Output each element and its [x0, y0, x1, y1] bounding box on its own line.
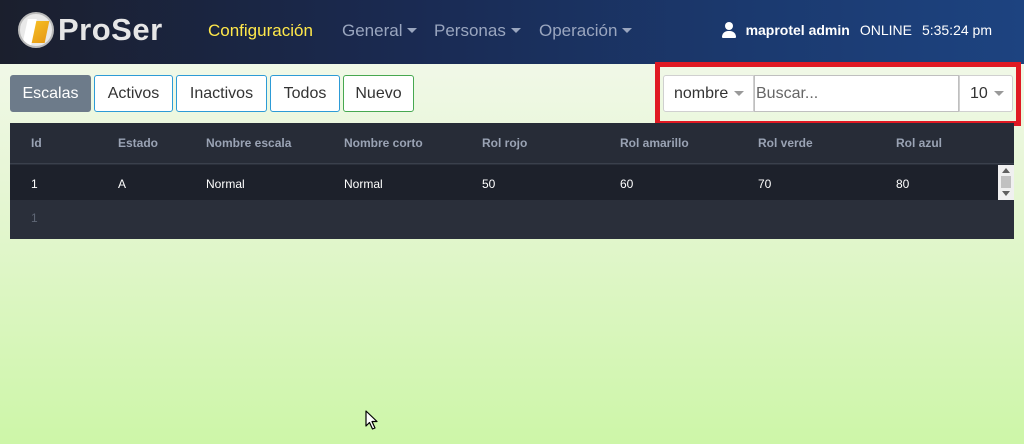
top-navbar: ProSer Configuración General Personas Op…: [0, 0, 1024, 64]
search-field-value: nombre: [674, 84, 729, 102]
data-grid: Id Estado Nombre escala Nombre corto Rol…: [10, 123, 1014, 239]
search-input[interactable]: [754, 75, 959, 112]
nav-label: General: [342, 21, 403, 40]
nav-label: Operación: [539, 21, 618, 40]
user-info: maprotel admin ONLINE 5:35:24 pm: [721, 21, 992, 39]
cell-rol-azul: 80: [896, 177, 910, 191]
nav-configuracion[interactable]: Configuración: [208, 20, 313, 42]
grid-scrollbar[interactable]: [998, 165, 1014, 200]
grid-header: Id Estado Nombre escala Nombre corto Rol…: [10, 123, 1014, 164]
column-header-nombre-escala[interactable]: Nombre escala: [206, 136, 291, 150]
nav-operacion[interactable]: Operación: [539, 20, 633, 42]
search-field-select[interactable]: nombre: [663, 75, 754, 112]
user-name[interactable]: maprotel admin: [746, 21, 850, 39]
cell-rol-verde: 70: [758, 177, 772, 191]
cell-nombre-escala: Normal: [206, 177, 245, 191]
page-size-value: 10: [970, 84, 988, 102]
column-header-estado[interactable]: Estado: [118, 136, 158, 150]
inactivos-button[interactable]: Inactivos: [176, 75, 267, 112]
column-header-nombre-corto[interactable]: Nombre corto: [344, 136, 423, 150]
scroll-up-icon[interactable]: [1002, 168, 1010, 173]
scroll-down-icon[interactable]: [1002, 191, 1010, 196]
brand-name: ProSer: [58, 12, 163, 47]
nav-general[interactable]: General: [342, 20, 418, 42]
nav-label: Personas: [434, 21, 506, 40]
chevron-down-icon: [993, 91, 1004, 96]
cell-estado: A: [118, 177, 127, 191]
chevron-down-icon: [510, 28, 521, 33]
chevron-down-icon: [407, 28, 418, 33]
page-number[interactable]: 1: [31, 211, 38, 225]
nuevo-button[interactable]: Nuevo: [343, 75, 414, 112]
cell-rol-amarillo: 60: [620, 177, 634, 191]
chevron-down-icon: [734, 91, 745, 96]
escalas-button[interactable]: Escalas: [10, 75, 91, 112]
cell-rol-rojo: 50: [482, 177, 496, 191]
page-size-select[interactable]: 10: [959, 75, 1013, 112]
scroll-thumb[interactable]: [1001, 176, 1011, 188]
cell-id: 1: [31, 177, 38, 191]
chevron-down-icon: [622, 28, 633, 33]
clock-time: 5:35:24 pm: [921, 22, 992, 38]
activos-button[interactable]: Activos: [94, 75, 173, 112]
grid-pagination: 1: [10, 200, 1014, 239]
column-header-rol-amarillo[interactable]: Rol amarillo: [620, 136, 689, 150]
mouse-pointer-icon: [365, 410, 378, 430]
column-header-rol-rojo[interactable]: Rol rojo: [482, 136, 527, 150]
user-icon: [721, 22, 736, 38]
nav-label: Configuración: [208, 21, 313, 40]
user-status: ONLINE: [859, 22, 912, 38]
nav-personas[interactable]: Personas: [434, 20, 521, 42]
column-header-rol-azul[interactable]: Rol azul: [896, 136, 942, 150]
table-row[interactable]: 1 A Normal Normal 50 60 70 80: [10, 165, 998, 200]
todos-button[interactable]: Todos: [270, 75, 340, 112]
cell-nombre-corto: Normal: [344, 177, 383, 191]
column-header-id[interactable]: Id: [31, 136, 42, 150]
logo-icon: [18, 12, 54, 48]
column-header-rol-verde[interactable]: Rol verde: [758, 136, 813, 150]
brand-logo[interactable]: ProSer: [18, 12, 163, 48]
